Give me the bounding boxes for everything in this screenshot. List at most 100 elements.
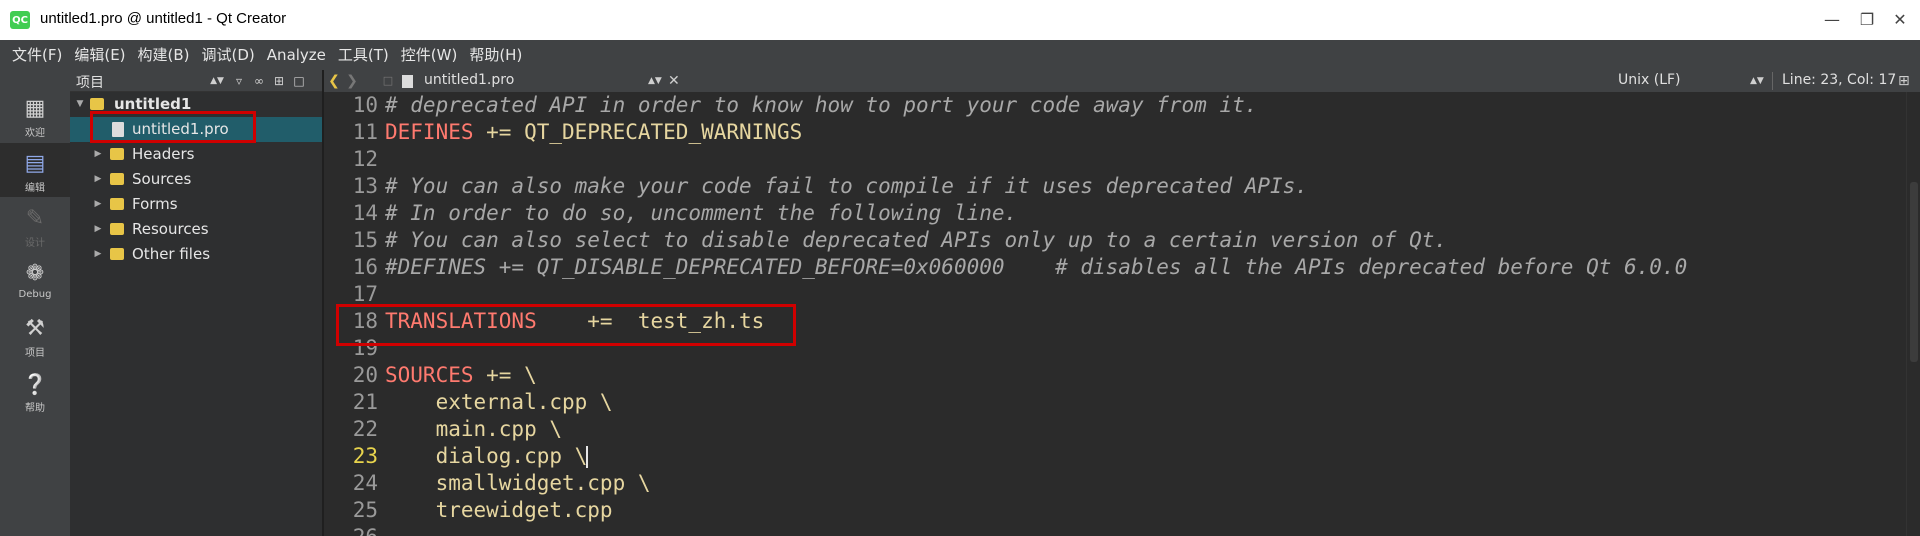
pencil-icon: ✎ [25,206,45,231]
tree-item-label: Sources [132,170,192,188]
menu-build[interactable]: 构建(B) [132,40,196,70]
code-line-comment: # In order to do so, uncomment the follo… [385,201,1018,225]
mode-debug[interactable]: ❁ Debug [0,253,70,307]
tree-item-other-files[interactable]: ▶ Other files [70,242,324,267]
view-selector-icon[interactable]: ▲▼ [208,71,226,91]
close-document-icon[interactable]: ✕ [668,70,680,92]
grid-icon: ▦ [24,96,46,121]
tree-item-label: Resources [132,220,209,238]
folder-icon [110,173,124,185]
code-line-comment: # You can also select to disable depreca… [385,228,1448,252]
line-number: 16 [352,255,378,279]
menu-widgets[interactable]: 控件(W) [395,40,464,70]
mode-bar: ▦ 欢迎 ▤ 编辑 ✎ 设计 ❁ Debug ⚒ 项目 ❔ 帮助 [0,70,70,536]
line-number: 10 [352,93,378,117]
code-line-current: dialog.cpp \ [385,444,588,468]
tree-item-label: Other files [132,245,211,263]
mode-label: 帮助 [25,403,45,414]
qmake-keyword: SOURCES [385,363,474,387]
editor-toolbar: ❮ ❯ □ untitled1.pro ▲▼ ✕ Unix (LF) ▲▼ Li… [324,70,1920,92]
pro-file-icon [402,75,413,88]
annotation-box-translations [336,304,796,346]
link-icon[interactable]: ∞ [250,71,268,91]
expand-arrow-icon[interactable]: ▶ [92,142,104,167]
folder-icon [110,248,124,260]
line-number: 15 [352,228,378,252]
expand-arrow-icon[interactable]: ▶ [92,242,104,267]
mode-label: Debug [18,289,52,300]
bug-icon: ❁ [25,261,45,286]
tree-item-headers[interactable]: ▶ Headers [70,142,324,167]
code-line: DEFINES += QT_DEPRECATED_WARNINGS [385,119,802,146]
annotation-box-pro-file [90,111,256,143]
mode-help[interactable]: ❔ 帮助 [0,363,70,417]
line-number: 25 [352,498,378,522]
mode-label: 编辑 [25,183,45,194]
scrollbar-thumb[interactable] [1910,182,1918,362]
filter-icon[interactable]: ▿ [230,71,248,91]
menu-bar: 文件(F) 编辑(E) 构建(B) 调试(D) Analyze 工具(T) 控件… [0,40,1920,70]
code-rest: += QT_DEPRECATED_WARNINGS [473,120,803,144]
line-ending-dropdown-icon[interactable]: ▲▼ [1750,70,1764,92]
project-folder-icon [90,98,104,110]
mode-edit[interactable]: ▤ 编辑 [0,143,70,197]
expand-arrow-icon[interactable]: ▶ [92,192,104,217]
tree-item-resources[interactable]: ▶ Resources [70,217,324,242]
expand-arrow-icon[interactable]: ▶ [92,167,104,192]
folder-icon [110,223,124,235]
mode-label: 设计 [25,238,45,249]
code-line: treewidget.cpp [385,498,613,522]
collapse-arrow-icon[interactable]: ▼ [74,92,86,117]
code-line-comment: # You can also make your code fail to co… [385,174,1308,198]
toolbar-divider [1772,72,1773,90]
title-bar: QC untitled1.pro @ untitled1 - Qt Creato… [0,0,1920,40]
qt-creator-logo-icon: QC [10,11,30,29]
line-number: 13 [352,174,378,198]
menu-debug[interactable]: 调试(D) [196,40,261,70]
vertical-scrollbar[interactable] [1906,92,1920,536]
qt-creator-window: QC untitled1.pro @ untitled1 - Qt Creato… [0,0,1920,536]
mode-projects[interactable]: ⚒ 项目 [0,308,70,362]
project-tree: ▼ untitled1 untitled1.pro ▶ Headers ▶ So… [70,92,324,536]
text-cursor [586,446,588,468]
tree-item-label: Forms [132,195,178,213]
line-ending-selector[interactable]: Unix (LF) [1618,72,1681,88]
split-icon[interactable]: ⊞ [270,71,288,91]
menu-file[interactable]: 文件(F) [6,40,68,70]
line-number: 11 [352,120,378,144]
tree-item-sources[interactable]: ▶ Sources [70,167,324,192]
edit-icon: ▤ [24,151,46,176]
folder-icon [110,198,124,210]
close-panel-icon[interactable]: □ [290,71,308,91]
folder-icon [110,148,124,160]
line-number: 26 [324,524,378,536]
forward-arrow-icon[interactable]: ❯ [344,70,360,92]
menu-help[interactable]: 帮助(H) [463,40,528,70]
tree-item-label: Headers [132,145,195,163]
code-line-comment: #DEFINES += QT_DISABLE_DEPRECATED_BEFORE… [385,255,1688,279]
lock-icon: □ [382,74,394,87]
wrench-icon: ⚒ [25,316,45,341]
line-number: 12 [352,147,378,171]
code-line: smallwidget.cpp \ [385,471,651,495]
line-number: 14 [352,201,378,225]
mode-design[interactable]: ✎ 设计 [0,198,70,252]
open-file-name[interactable]: untitled1.pro [424,72,514,88]
restore-icon[interactable]: ❐ [1855,8,1879,32]
menu-edit[interactable]: 编辑(E) [68,40,131,70]
project-panel-header: 项目 ▲▼ ▿ ∞ ⊞ □ [70,70,324,92]
project-panel-title: 项目 [76,75,104,91]
cursor-position[interactable]: Line: 23, Col: 17 [1782,72,1896,88]
expand-arrow-icon[interactable]: ▶ [92,217,104,242]
tree-item-forms[interactable]: ▶ Forms [70,192,324,217]
mode-welcome[interactable]: ▦ 欢迎 [0,88,70,142]
mode-label: 项目 [25,348,45,359]
minimize-icon[interactable]: — [1820,8,1844,32]
file-selector-icon[interactable]: ▲▼ [648,70,662,92]
menu-analyze[interactable]: Analyze [261,40,332,70]
back-arrow-icon[interactable]: ❮ [326,70,342,92]
code-line-comment: # deprecated API in order to know how to… [385,93,1258,117]
menu-tools[interactable]: 工具(T) [332,40,395,70]
close-icon[interactable]: ✕ [1888,8,1912,32]
split-editor-icon[interactable]: ⊞ [1898,70,1910,92]
